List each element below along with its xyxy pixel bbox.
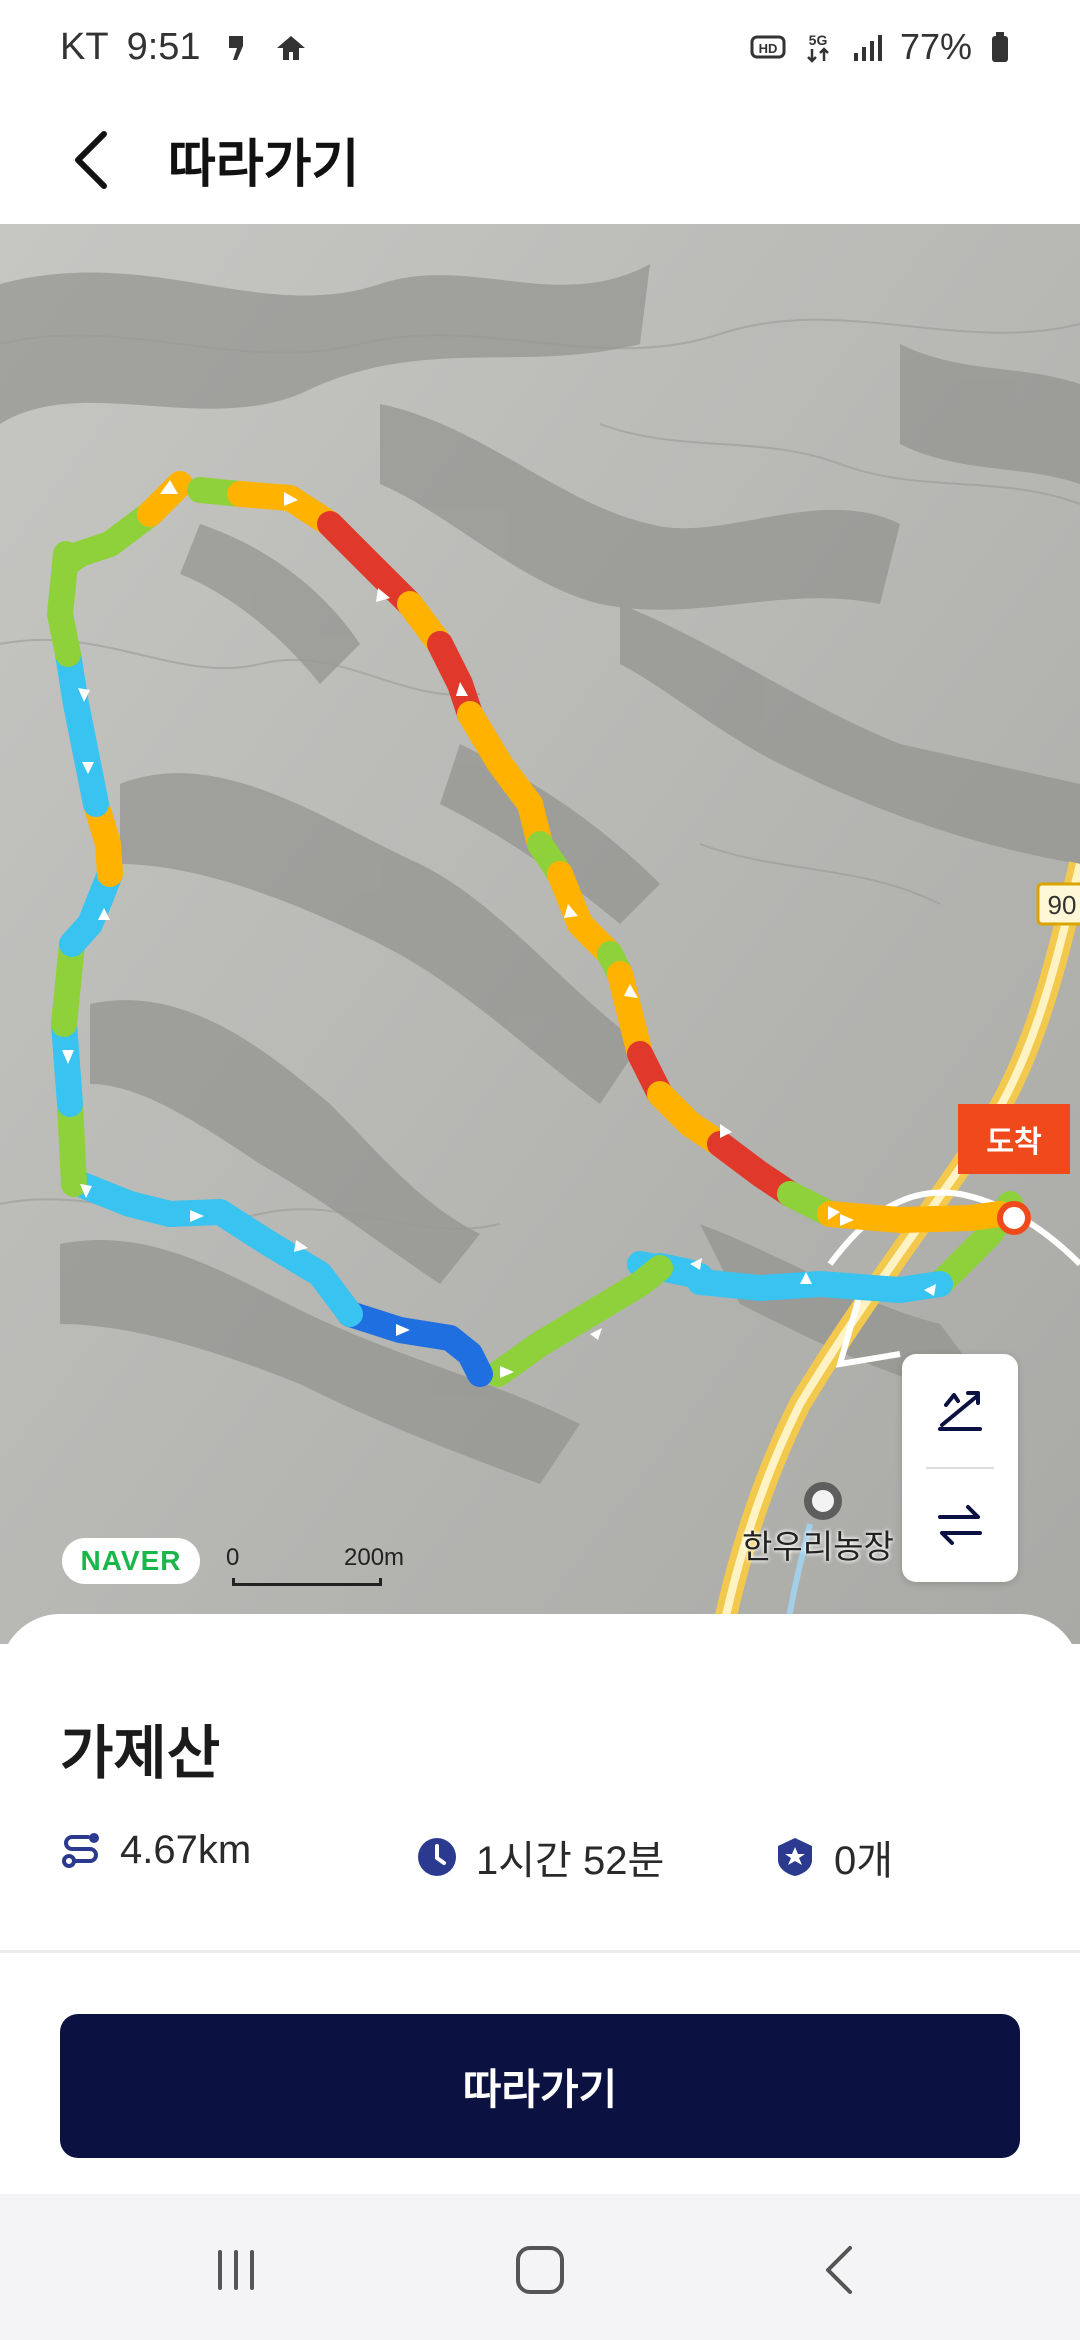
arrival-badge: 도착	[958, 1104, 1070, 1174]
map-view[interactable]: 90 도착 한우리농장 NAVER 0 200m	[0, 224, 1080, 1644]
clock-icon	[418, 1838, 456, 1876]
elevation-icon	[938, 1391, 982, 1431]
course-name: 가제산	[60, 1721, 221, 1786]
duration-value: 1시간 52분	[476, 1839, 665, 1883]
battery-percent: 77%	[899, 26, 972, 67]
status-right: HD 5G 77%	[750, 26, 1022, 68]
svg-text:HD: HD	[759, 41, 778, 56]
sheet-divider	[0, 1950, 1080, 1953]
status-bar: KT 9:51 HD 5G 77%	[0, 0, 1080, 100]
poi-label[interactable]: 한우리농장	[742, 1520, 894, 1568]
carrier-label: KT	[60, 26, 109, 68]
badges-value: 0개	[834, 1839, 894, 1883]
swap-direction-button[interactable]	[902, 1468, 1018, 1582]
road-number-text: 90	[1048, 890, 1077, 920]
badge-star-icon	[778, 1838, 812, 1876]
route-segment	[687, 1269, 953, 1303]
swap-direction-icon	[938, 1505, 982, 1545]
stat-badges: 0개	[774, 1828, 893, 1886]
stat-duration: 1시간 52분	[416, 1828, 664, 1886]
follow-button[interactable]: 따라가기	[60, 2014, 1020, 2158]
recents-icon	[218, 2250, 254, 2290]
back-button[interactable]	[60, 120, 120, 200]
signal-icon	[853, 35, 882, 61]
stat-distance: 4.67km	[60, 1828, 251, 1873]
svg-text:5G: 5G	[809, 32, 828, 48]
naver-logo: NAVER	[62, 1538, 200, 1584]
distance-value: 4.67km	[120, 1828, 252, 1872]
clock: 9:51	[126, 26, 201, 68]
page-title: 따라가기	[168, 136, 360, 194]
elevation-button[interactable]	[902, 1354, 1018, 1468]
battery-icon	[992, 32, 1008, 62]
system-nav-bar	[0, 2194, 1080, 2340]
arrival-marker[interactable]	[997, 1201, 1031, 1235]
scale-line	[232, 1578, 382, 1586]
home-icon	[516, 2246, 564, 2294]
map-scale: 0 200m	[226, 1544, 404, 1590]
5g-icon: 5G	[807, 32, 829, 63]
route-distance-icon	[62, 1832, 99, 1868]
app-icon	[276, 35, 305, 60]
recents-button[interactable]	[196, 2230, 276, 2310]
system-back-button[interactable]	[800, 2230, 880, 2310]
back-chevron-icon	[75, 131, 107, 189]
home-button[interactable]	[500, 2230, 580, 2310]
notification-icon	[228, 35, 243, 60]
scale-zero-label: 0	[226, 1544, 240, 1571]
route-segment	[817, 1201, 1013, 1233]
map-controls	[902, 1354, 1018, 1582]
route-segment	[55, 641, 97, 757]
course-sheet: 가제산 4.67km 1시간 52분 0개 따라가기	[0, 1614, 1080, 2194]
status-left: KT 9:51	[60, 26, 309, 69]
hd-icon: HD	[750, 35, 786, 59]
header: 따라가기	[0, 100, 1080, 224]
scale-distance-label: 200m	[344, 1544, 405, 1571]
poi-pin-icon[interactable]	[804, 1482, 842, 1520]
course-stats: 4.67km 1시간 52분 0개	[60, 1828, 1020, 1888]
back-icon	[826, 2246, 852, 2294]
